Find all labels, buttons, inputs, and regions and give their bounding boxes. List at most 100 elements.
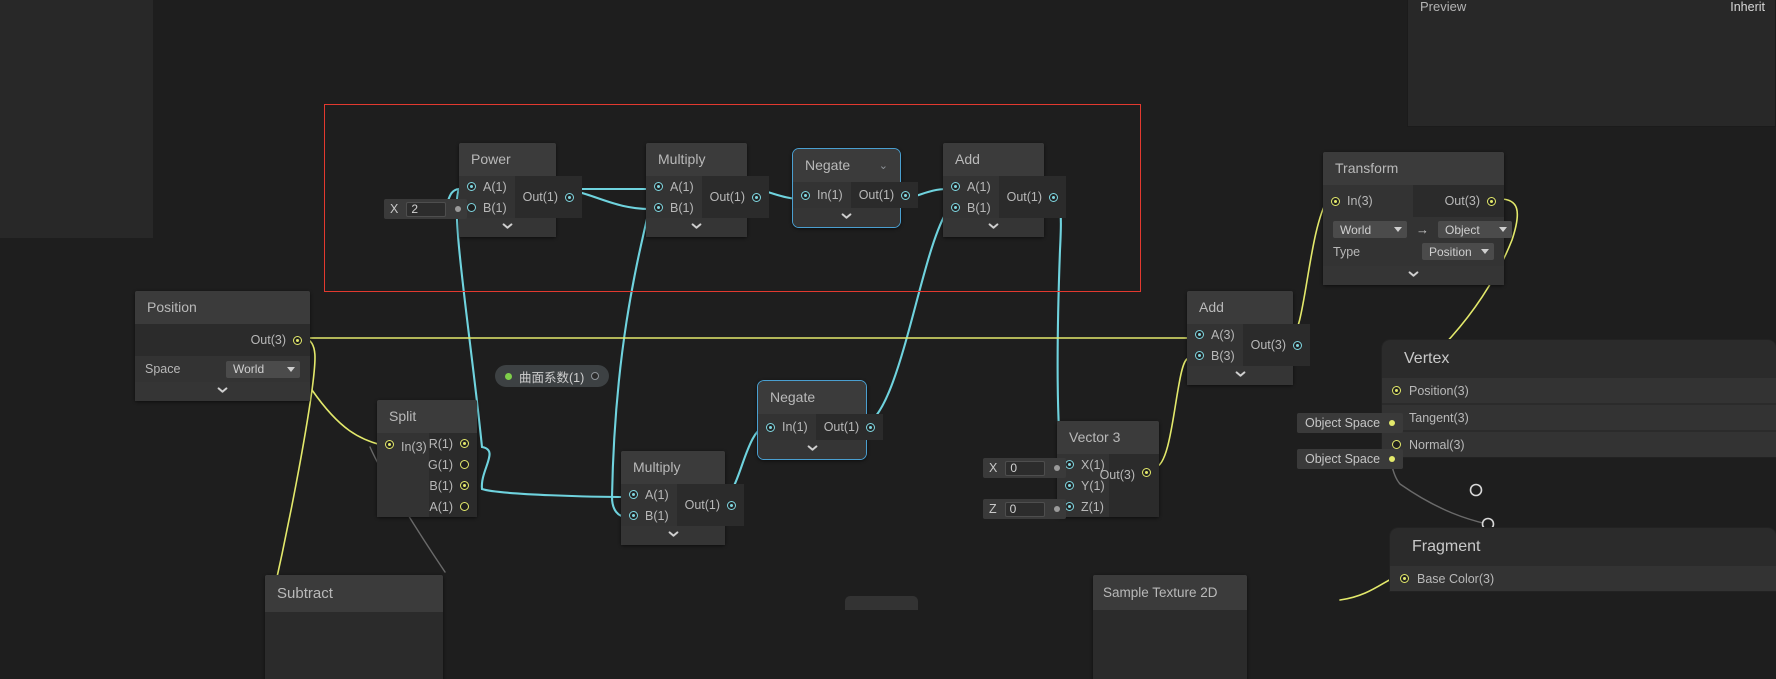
port-row[interactable]: A(1) <box>621 484 677 505</box>
port-dot-icon[interactable] <box>460 481 469 490</box>
port-row[interactable]: Out(3) <box>135 324 310 356</box>
node-add-right[interactable]: Add A(3) B(3) Out(3) <box>1187 291 1311 385</box>
node-vector3-title[interactable]: Vector 3 <box>1057 421 1159 454</box>
port-dot-icon[interactable] <box>1392 440 1401 449</box>
field-value[interactable]: 2 <box>406 201 447 217</box>
port-row[interactable]: Out(1) <box>515 176 582 218</box>
port-dot-icon[interactable] <box>766 422 775 432</box>
node-vector3[interactable]: Vector 3 X(1) Y(1) Z(1) Out(3) <box>1057 421 1159 517</box>
node-multiply-top-collapse[interactable] <box>646 218 747 237</box>
port-row[interactable]: In(1) <box>758 414 816 440</box>
node-position-collapse[interactable] <box>135 382 310 401</box>
port-dot-icon[interactable] <box>1389 456 1396 462</box>
port-dot-icon[interactable] <box>565 192 575 202</box>
port-row[interactable]: A(1) <box>459 176 515 197</box>
port-dot-icon[interactable] <box>1142 468 1151 477</box>
port-dot-icon[interactable] <box>385 440 394 449</box>
node-add-right-title[interactable]: Add <box>1187 291 1293 324</box>
port-row[interactable]: Out(1) <box>816 414 883 440</box>
port-row[interactable]: A(1) <box>943 176 999 197</box>
port-dot-icon[interactable] <box>1487 196 1496 206</box>
transform-from-space-dropdown[interactable]: World <box>1333 221 1407 238</box>
node-multiply-mid-title[interactable]: Multiply <box>621 451 725 484</box>
port-dot-icon[interactable] <box>901 190 911 200</box>
port-dot-icon[interactable] <box>1195 351 1204 360</box>
node-power-collapse[interactable] <box>459 218 556 237</box>
node-multiply-top[interactable]: Multiply A(1) B(1) Out(1) <box>646 143 770 237</box>
node-negate-mid[interactable]: Negate In(1) Out(1) <box>757 380 884 460</box>
space-dropdown[interactable]: World <box>226 360 300 378</box>
port-row[interactable]: In(3) <box>1323 185 1413 217</box>
node-negate-mid-title[interactable]: Negate <box>758 381 866 414</box>
node-split-title[interactable]: Split <box>377 400 477 433</box>
field-port-dot-icon[interactable] <box>1053 506 1060 512</box>
node-position-title[interactable]: Position <box>135 291 310 324</box>
vector3-x-input-field[interactable]: X 0 <box>983 458 1067 478</box>
port-row[interactable]: Out(1) <box>851 182 918 208</box>
node-multiply-mid-collapse[interactable] <box>621 526 725 545</box>
node-sample-texture-2d-title[interactable]: Sample Texture 2D <box>1093 575 1247 610</box>
field-value[interactable]: 0 <box>1004 501 1045 517</box>
master-stack-fragment[interactable]: Fragment Base Color(3) <box>1390 528 1776 591</box>
port-row[interactable]: B(1) <box>646 197 702 218</box>
position-space-row[interactable]: Space World <box>135 356 310 382</box>
property-node-surface-coefficient[interactable]: 曲面系数(1) <box>495 365 610 387</box>
node-negate-top-title[interactable]: Negate ⌄ <box>793 149 900 182</box>
field-port-dot-icon[interactable] <box>455 206 462 212</box>
node-sample-texture-2d[interactable]: Sample Texture 2D <box>1093 575 1247 679</box>
port-row[interactable]: In(1) <box>793 182 851 208</box>
port-dot-icon[interactable] <box>1389 420 1396 426</box>
port-row[interactable]: Out(1) <box>677 484 744 526</box>
port-row[interactable]: B(1) <box>429 475 477 496</box>
port-dot-icon[interactable] <box>727 500 737 510</box>
tangent-object-space-pill[interactable]: Object Space <box>1297 413 1404 433</box>
port-dot-icon[interactable] <box>951 203 960 212</box>
port-dot-icon[interactable] <box>629 511 638 520</box>
port-dot-icon[interactable] <box>460 439 469 448</box>
port-dot-icon[interactable] <box>752 192 762 202</box>
port-dot-icon[interactable] <box>460 502 469 511</box>
port-row[interactable]: G(1) <box>428 454 477 475</box>
node-add-right-collapse[interactable] <box>1187 366 1293 385</box>
fragment-block-base-color[interactable]: Base Color(3) <box>1390 566 1776 591</box>
node-negate-top[interactable]: Negate ⌄ In(1) Out(1) <box>792 148 919 228</box>
port-row[interactable]: B(1) <box>943 197 999 218</box>
port-dot-icon[interactable] <box>293 335 302 345</box>
vector3-z-input-field[interactable]: Z 0 <box>983 499 1066 519</box>
node-add-top-collapse[interactable] <box>943 218 1044 237</box>
node-subtract-title[interactable]: Subtract <box>265 575 443 612</box>
node-add-top[interactable]: Add A(1) B(1) Out(1) <box>943 143 1067 237</box>
port-dot-icon[interactable] <box>1065 481 1074 490</box>
port-dot-icon[interactable] <box>866 422 876 432</box>
port-dot-icon[interactable] <box>1293 340 1303 350</box>
power-b-input-field[interactable]: X 2 <box>384 199 468 219</box>
node-split[interactable]: Split In(3) R(1) G(1) B(1) A(1) <box>377 400 477 517</box>
vertex-block-tangent[interactable]: Tangent(3) <box>1382 405 1776 430</box>
port-row[interactable]: Out(1) <box>702 176 769 218</box>
port-row[interactable]: A(1) <box>646 176 702 197</box>
port-dot-icon[interactable] <box>629 490 638 499</box>
preview-panel[interactable]: Preview Inherit <box>1407 0 1776 127</box>
port-row[interactable]: In(3) <box>377 433 429 517</box>
node-negate-top-collapse[interactable] <box>793 208 900 227</box>
vertex-block-position[interactable]: Position(3) <box>1382 378 1776 403</box>
node-transform[interactable]: Transform In(3) Out(3) World → Object Ty… <box>1323 152 1512 285</box>
port-dot-icon[interactable] <box>1392 386 1401 395</box>
port-row[interactable]: Out(1) <box>999 176 1066 218</box>
transform-to-space-dropdown[interactable]: Object <box>1438 221 1512 238</box>
node-transform-title[interactable]: Transform <box>1323 152 1504 185</box>
node-transform-collapse[interactable] <box>1323 266 1504 285</box>
port-dot-icon[interactable] <box>801 190 810 200</box>
port-row[interactable]: Out(3) <box>1100 454 1159 517</box>
port-dot-icon[interactable] <box>1065 460 1074 469</box>
collapsed-node-handle[interactable] <box>845 596 918 610</box>
port-row[interactable]: Out(3) <box>1243 324 1310 366</box>
port-row[interactable]: B(3) <box>1187 345 1243 366</box>
port-dot-icon[interactable] <box>467 203 476 212</box>
transform-type-row[interactable]: Type Position <box>1333 238 1494 262</box>
port-dot-icon[interactable] <box>951 182 960 191</box>
port-dot-icon[interactable] <box>1331 196 1340 206</box>
port-row[interactable]: B(1) <box>621 505 677 526</box>
normal-object-space-pill[interactable]: Object Space <box>1297 449 1404 469</box>
field-port-dot-icon[interactable] <box>1054 465 1061 471</box>
